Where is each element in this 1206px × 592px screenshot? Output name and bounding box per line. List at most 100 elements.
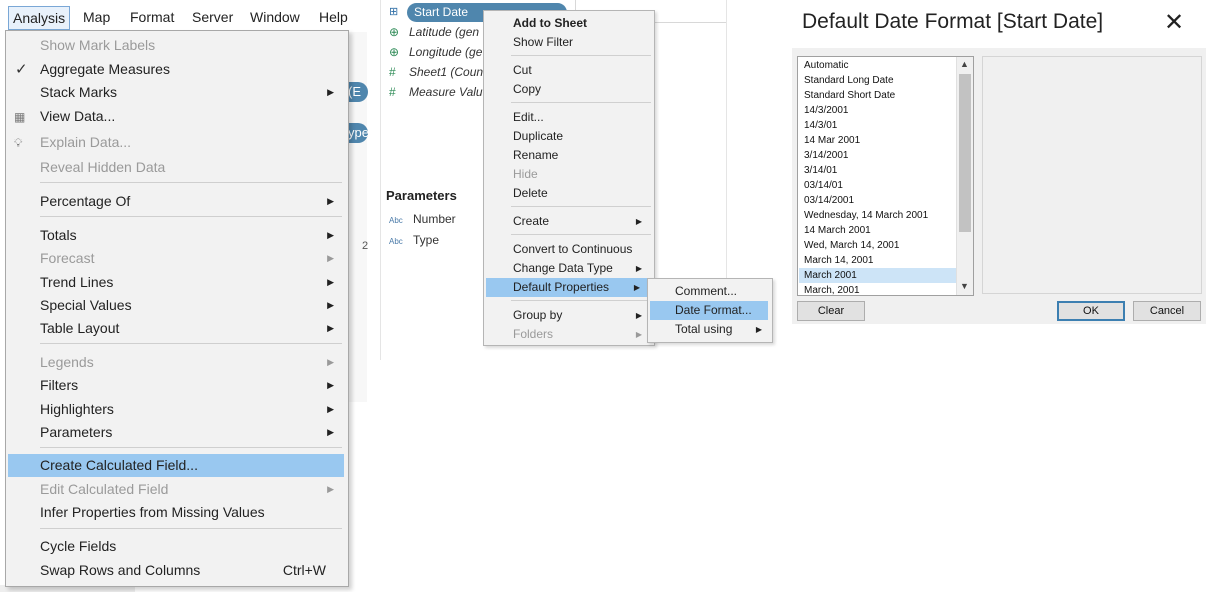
menu-server[interactable]: Server bbox=[188, 6, 237, 28]
menu-item-show-mark-labels[interactable]: Show Mark Labels bbox=[6, 34, 348, 57]
menu-analysis[interactable]: Analysis bbox=[8, 6, 71, 30]
context-item-edit[interactable]: Edit... bbox=[484, 108, 654, 127]
scrollbar-thumb[interactable] bbox=[959, 74, 971, 232]
menu-format[interactable]: Format bbox=[126, 6, 178, 28]
context-item-folders[interactable]: Folders ▶ bbox=[484, 325, 654, 344]
menu-item-legends[interactable]: Legends ▶ bbox=[6, 351, 348, 374]
menu-item-forecast[interactable]: Forecast ▶ bbox=[6, 247, 348, 270]
menu-item-filters[interactable]: Filters ▶ bbox=[6, 374, 348, 397]
context-item-label: Create bbox=[513, 214, 550, 228]
close-icon[interactable]: ✕ bbox=[1164, 8, 1184, 37]
format-option[interactable]: 3/14/01 bbox=[799, 163, 956, 178]
context-item-label: Delete bbox=[513, 186, 548, 200]
menu-item-cycle-fields[interactable]: Cycle Fields bbox=[6, 535, 348, 558]
menu-item-label: View Data... bbox=[40, 108, 116, 124]
submenu-item-comment[interactable]: Comment... bbox=[648, 282, 772, 301]
format-list-scrollbar[interactable]: ▲ ▼ bbox=[956, 57, 973, 295]
parameter-type[interactable]: Abc Type bbox=[389, 230, 439, 250]
pill-fragment-1: (E bbox=[348, 82, 368, 102]
context-item-label: Change Data Type bbox=[513, 261, 613, 275]
submenu-arrow-icon: ▶ bbox=[635, 264, 642, 273]
format-option[interactable]: 03/14/2001 bbox=[799, 193, 956, 208]
menu-map[interactable]: Map bbox=[79, 6, 114, 28]
field-longitude[interactable]: ⊕ Longitude (ge bbox=[389, 42, 482, 62]
menu-item-aggregate-measures[interactable]: ✓ Aggregate Measures bbox=[6, 58, 348, 81]
context-item-default-properties[interactable]: Default Properties ▶ bbox=[486, 278, 648, 297]
menu-item-create-calculated-field[interactable]: Create Calculated Field... bbox=[8, 454, 344, 477]
format-option[interactable]: Wednesday, 14 March 2001 bbox=[799, 208, 956, 223]
menu-item-totals[interactable]: Totals ▶ bbox=[6, 224, 348, 247]
format-option[interactable]: Wed, March 14, 2001 bbox=[799, 238, 956, 253]
context-item-delete[interactable]: Delete bbox=[484, 184, 654, 203]
context-item-change-data-type[interactable]: Change Data Type ▶ bbox=[484, 259, 654, 278]
context-item-hide[interactable]: Hide bbox=[484, 165, 654, 184]
format-option[interactable]: 14/3/2001 bbox=[799, 103, 956, 118]
format-option[interactable]: Standard Short Date bbox=[799, 88, 956, 103]
menu-item-highlighters[interactable]: Highlighters ▶ bbox=[6, 398, 348, 421]
menu-separator bbox=[40, 528, 342, 529]
menu-item-table-layout[interactable]: Table Layout ▶ bbox=[6, 317, 348, 340]
cancel-button[interactable]: Cancel bbox=[1133, 301, 1201, 321]
clear-button[interactable]: Clear bbox=[797, 301, 865, 321]
context-item-rename[interactable]: Rename bbox=[484, 146, 654, 165]
menu-item-edit-calculated-field[interactable]: Edit Calculated Field ▶ bbox=[6, 478, 348, 501]
field-measure-values[interactable]: # Measure Valu bbox=[389, 82, 483, 102]
menu-item-label: Filters bbox=[40, 377, 79, 393]
context-item-label: Folders bbox=[513, 327, 554, 341]
submenu-arrow-icon: ▶ bbox=[327, 277, 334, 287]
field-latitude[interactable]: ⊕ Latitude (gen bbox=[389, 22, 479, 42]
menu-item-special-values[interactable]: Special Values ▶ bbox=[6, 294, 348, 317]
menu-item-percentage-of[interactable]: Percentage Of ▶ bbox=[6, 190, 348, 213]
menu-item-stack-marks[interactable]: Stack Marks ▶ bbox=[6, 81, 348, 104]
context-item-create[interactable]: Create ▶ bbox=[484, 212, 654, 231]
pill-fragment-1-label: (E bbox=[348, 84, 361, 99]
string-type-icon: Abc bbox=[389, 216, 403, 225]
ok-button[interactable]: OK bbox=[1057, 301, 1125, 321]
menu-window[interactable]: Window bbox=[246, 6, 304, 28]
menu-item-swap-rows-columns[interactable]: Swap Rows and Columns Ctrl+W bbox=[6, 559, 348, 582]
scroll-down-icon[interactable]: ▼ bbox=[960, 281, 969, 291]
context-item-convert-to-continuous[interactable]: Convert to Continuous bbox=[484, 240, 654, 259]
menu-item-explain-data[interactable]: 💡︎ Explain Data... bbox=[6, 131, 348, 154]
menu-item-label: Totals bbox=[40, 227, 77, 243]
date-format-list[interactable]: Automatic Standard Long Date Standard Sh… bbox=[797, 56, 974, 296]
format-option[interactable]: March 14, 2001 bbox=[799, 253, 956, 268]
menu-item-label: Special Values bbox=[40, 297, 132, 313]
menu-help[interactable]: Help bbox=[315, 6, 352, 28]
submenu-arrow-icon: ▶ bbox=[327, 253, 334, 263]
menu-item-label: Swap Rows and Columns bbox=[40, 562, 201, 578]
menu-item-label: Highlighters bbox=[40, 401, 114, 417]
context-item-show-filter[interactable]: Show Filter bbox=[484, 33, 654, 52]
format-option[interactable]: Standard Long Date bbox=[799, 73, 956, 88]
context-item-group-by[interactable]: Group by ▶ bbox=[484, 306, 654, 325]
context-item-duplicate[interactable]: Duplicate bbox=[484, 127, 654, 146]
scroll-up-icon[interactable]: ▲ bbox=[960, 59, 969, 69]
format-option[interactable]: 14 Mar 2001 bbox=[799, 133, 956, 148]
parameter-number[interactable]: Abc Number bbox=[389, 209, 456, 229]
menu-separator bbox=[511, 55, 651, 56]
format-option[interactable]: March, 2001 bbox=[799, 283, 956, 295]
format-option-selected[interactable]: March 2001 bbox=[799, 268, 956, 283]
menu-item-infer-properties[interactable]: Infer Properties from Missing Values bbox=[6, 501, 348, 524]
format-option[interactable]: 14/3/01 bbox=[799, 118, 956, 133]
menu-item-view-data[interactable]: ▦ View Data... bbox=[6, 105, 348, 128]
format-option[interactable]: 03/14/01 bbox=[799, 178, 956, 193]
parameter-label: Number bbox=[413, 212, 456, 226]
menu-item-reveal-hidden-data[interactable]: Reveal Hidden Data bbox=[6, 156, 348, 179]
context-item-add-to-sheet[interactable]: Add to Sheet bbox=[484, 14, 654, 33]
submenu-item-label: Total using bbox=[675, 322, 733, 336]
submenu-arrow-icon: ▶ bbox=[327, 87, 334, 97]
submenu-item-date-format[interactable]: Date Format... bbox=[650, 301, 768, 320]
field-sheet1-count[interactable]: # Sheet1 (Coun bbox=[389, 62, 483, 82]
format-option[interactable]: Automatic bbox=[799, 58, 956, 73]
format-option[interactable]: 14 March 2001 bbox=[799, 223, 956, 238]
submenu-item-total-using[interactable]: Total using ▶ bbox=[648, 320, 772, 339]
context-item-copy[interactable]: Copy bbox=[484, 80, 654, 99]
menu-item-parameters[interactable]: Parameters ▶ bbox=[6, 421, 348, 444]
context-item-cut[interactable]: Cut bbox=[484, 61, 654, 80]
pill-fragment-2: ype bbox=[348, 123, 368, 143]
analysis-menu: Show Mark Labels ✓ Aggregate Measures St… bbox=[5, 30, 349, 587]
format-option[interactable]: 3/14/2001 bbox=[799, 148, 956, 163]
menu-item-trend-lines[interactable]: Trend Lines ▶ bbox=[6, 271, 348, 294]
menu-item-label: Percentage Of bbox=[40, 193, 131, 209]
